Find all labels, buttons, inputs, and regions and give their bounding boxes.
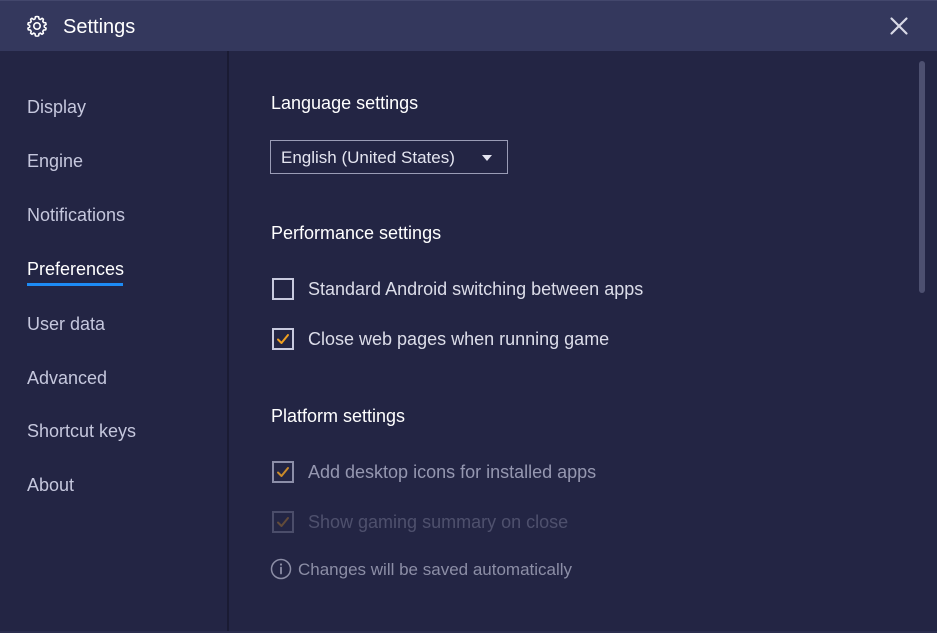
option-label: Standard Android switching between apps bbox=[308, 279, 644, 299]
sidebar-nav: Display Engine Notifications Preferences… bbox=[0, 51, 227, 633]
checkmark-icon bbox=[277, 467, 289, 477]
preferences-panel: Language settings English (United States… bbox=[229, 51, 937, 633]
sidebar-item-shortcut-keys[interactable]: Shortcut keys bbox=[27, 420, 136, 442]
checkbox-checked[interactable] bbox=[272, 328, 294, 350]
performance-section-title: Performance settings bbox=[271, 223, 442, 243]
language-selected-value: English (United States) bbox=[281, 148, 455, 167]
sidebar-item-engine[interactable]: Engine bbox=[27, 150, 83, 172]
option-label: Close web pages when running game bbox=[308, 329, 610, 349]
caret-down-icon bbox=[482, 155, 492, 161]
sidebar-item-notifications[interactable]: Notifications bbox=[27, 204, 125, 226]
title-bar: Settings bbox=[0, 0, 937, 51]
sidebar-item-user-data[interactable]: User data bbox=[27, 313, 105, 335]
checkmark-icon bbox=[277, 517, 289, 527]
sidebar-item-display[interactable]: Display bbox=[27, 96, 86, 118]
sidebar-item-label: Preferences bbox=[27, 259, 125, 279]
scrollbar-thumb[interactable] bbox=[919, 61, 925, 293]
active-tab-indicator bbox=[27, 283, 123, 286]
language-dropdown[interactable]: English (United States) bbox=[270, 140, 508, 174]
info-icon bbox=[270, 558, 292, 580]
option-label: Add desktop icons for installed apps bbox=[308, 462, 597, 482]
checkbox-unchecked[interactable] bbox=[272, 278, 294, 300]
option-label: Show gaming summary on close bbox=[308, 512, 569, 532]
checkbox-checked[interactable] bbox=[272, 511, 294, 533]
gear-icon bbox=[25, 14, 49, 38]
settings-window: Settings Display Engine Notifications Pr… bbox=[0, 0, 937, 633]
window-title: Settings bbox=[63, 16, 136, 38]
sidebar-item-advanced[interactable]: Advanced bbox=[27, 367, 107, 389]
autosave-text: Changes will be saved automatically bbox=[298, 560, 573, 579]
close-icon[interactable] bbox=[884, 11, 914, 41]
sidebar-item-about[interactable]: About bbox=[27, 474, 74, 496]
platform-section-title: Platform settings bbox=[271, 406, 406, 426]
checkbox-checked[interactable] bbox=[272, 461, 294, 483]
checkmark-icon bbox=[277, 334, 289, 344]
close-button[interactable] bbox=[884, 11, 914, 41]
language-section-title: Language settings bbox=[271, 93, 419, 113]
sidebar-item-preferences[interactable]: Preferences bbox=[27, 258, 125, 286]
